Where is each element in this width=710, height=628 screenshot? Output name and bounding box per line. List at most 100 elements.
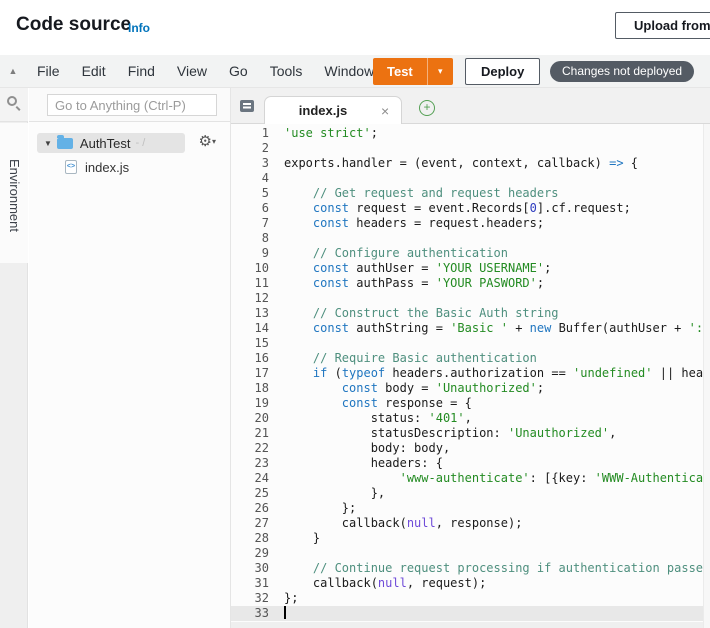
code-line[interactable]: 17 if (typeof headers.authorization == '…	[231, 366, 703, 381]
code-line[interactable]: 26 };	[231, 501, 703, 516]
code-lines[interactable]: 1 'use strict'; 2 3 exports.handler = (event…	[231, 124, 703, 622]
code-text: callback(null, response);	[284, 516, 523, 530]
code-line[interactable]: 30 // Continue request processing if aut…	[231, 561, 703, 576]
line-number[interactable]: 27	[231, 516, 269, 531]
tree-file-indexjs[interactable]: <> index.js	[65, 158, 129, 176]
line-number[interactable]: 22	[231, 441, 269, 456]
line-number[interactable]: 8	[231, 231, 269, 246]
line-number[interactable]: 19	[231, 396, 269, 411]
tab-bar: index.js × +	[231, 88, 710, 124]
code-line[interactable]: 13 // Construct the Basic Auth string	[231, 306, 703, 321]
menu-item-find[interactable]: Find	[117, 63, 166, 79]
code-text: }	[284, 531, 321, 545]
code-line[interactable]: 4	[231, 171, 703, 186]
code-text: 'use strict';	[284, 126, 378, 140]
deploy-button[interactable]: Deploy	[465, 58, 541, 85]
code-line[interactable]: 15	[231, 336, 703, 351]
code-line[interactable]: 8	[231, 231, 703, 246]
code-line[interactable]: 9 // Configure authentication	[231, 246, 703, 261]
line-number[interactable]: 14	[231, 321, 269, 336]
line-number[interactable]: 9	[231, 246, 269, 261]
code-line[interactable]: 2	[231, 141, 703, 156]
line-number[interactable]: 7	[231, 216, 269, 231]
test-button[interactable]: Test	[373, 58, 427, 85]
environment-tab[interactable]: Environment	[0, 123, 28, 263]
code-line[interactable]: 22 body: body,	[231, 441, 703, 456]
code-line[interactable]: 20 status: '401',	[231, 411, 703, 426]
code-line[interactable]: 32};	[231, 591, 703, 606]
line-number[interactable]: 17	[231, 366, 269, 381]
new-tab-icon[interactable]: +	[419, 100, 435, 116]
code-line[interactable]: 24 'www-authenticate': [{key: 'WWW-Authe…	[231, 471, 703, 486]
collapse-panel-icon[interactable]: ▲	[0, 66, 26, 76]
menu-item-file[interactable]: File	[26, 63, 71, 79]
line-number[interactable]: 31	[231, 576, 269, 591]
code-line[interactable]: 28 }	[231, 531, 703, 546]
code-line[interactable]: 12	[231, 291, 703, 306]
code-line[interactable]: 1 'use strict';	[231, 126, 703, 141]
line-number[interactable]: 1	[231, 126, 269, 141]
menu-item-tools[interactable]: Tools	[259, 63, 314, 79]
code-line[interactable]: 3 exports.handler = (event, context, call…	[231, 156, 703, 171]
line-number[interactable]: 12	[231, 291, 269, 306]
code-line[interactable]: 29	[231, 546, 703, 561]
line-number[interactable]: 15	[231, 336, 269, 351]
menu-items: File Edit Find View Go Tools Window	[26, 63, 385, 79]
menu-item-edit[interactable]: Edit	[71, 63, 117, 79]
code-line[interactable]: 31 callback(null, request);	[231, 576, 703, 591]
line-number[interactable]: 21	[231, 426, 269, 441]
line-number[interactable]: 2	[231, 141, 269, 156]
horizontal-scrollbar[interactable]	[231, 622, 703, 628]
code-line[interactable]: 19 const response = {	[231, 396, 703, 411]
code-line[interactable]: 11 const authPass = 'YOUR PASWORD';	[231, 276, 703, 291]
code-line[interactable]: 14 const authString = 'Basic ' + new Buf…	[231, 321, 703, 336]
tree-folder-authtest[interactable]: ▼ AuthTest - /	[37, 133, 185, 153]
line-number[interactable]: 24	[231, 471, 269, 486]
line-number[interactable]: 23	[231, 456, 269, 471]
tab-indexjs[interactable]: index.js ×	[264, 96, 402, 124]
code-line[interactable]: 21 statusDescription: 'Unauthorized',	[231, 426, 703, 441]
info-link[interactable]: Info	[128, 21, 150, 35]
menu-item-go[interactable]: Go	[218, 63, 259, 79]
line-number[interactable]: 28	[231, 531, 269, 546]
line-number[interactable]: 6	[231, 201, 269, 216]
code-line[interactable]: 16 // Require Basic authentication	[231, 351, 703, 366]
line-number[interactable]: 33	[231, 606, 269, 621]
tree-settings-button[interactable]: ⚙▾	[199, 132, 216, 151]
line-number[interactable]: 16	[231, 351, 269, 366]
tab-close-icon[interactable]: ×	[381, 103, 401, 119]
folder-expand-icon[interactable]: ▼	[44, 139, 52, 148]
line-number[interactable]: 26	[231, 501, 269, 516]
code-text: },	[284, 486, 386, 500]
code-line[interactable]: 23 headers: {	[231, 456, 703, 471]
vertical-scrollbar[interactable]	[703, 124, 710, 628]
menu-item-view[interactable]: View	[166, 63, 218, 79]
line-number[interactable]: 3	[231, 156, 269, 171]
line-number[interactable]: 11	[231, 276, 269, 291]
tab-list-icon[interactable]	[240, 100, 254, 112]
line-number[interactable]: 4	[231, 171, 269, 186]
upload-from-button[interactable]: Upload from	[615, 12, 710, 39]
line-number[interactable]: 32	[231, 591, 269, 606]
code-line[interactable]: 5 // Get request and request headers	[231, 186, 703, 201]
line-number[interactable]: 29	[231, 546, 269, 561]
line-number[interactable]: 5	[231, 186, 269, 201]
code-line[interactable]: 27 callback(null, response);	[231, 516, 703, 531]
code-text: };	[284, 591, 299, 605]
code-line[interactable]: 7 const headers = request.headers;	[231, 216, 703, 231]
line-number[interactable]: 20	[231, 411, 269, 426]
code-line[interactable]: 6 const request = event.Records[0].cf.re…	[231, 201, 703, 216]
code-line[interactable]: 33	[231, 606, 703, 621]
code-line[interactable]: 25 },	[231, 486, 703, 501]
line-number[interactable]: 18	[231, 381, 269, 396]
test-dropdown-icon[interactable]: ▾	[426, 58, 453, 85]
code-line[interactable]: 10 const authUser = 'YOUR USERNAME';	[231, 261, 703, 276]
code-line[interactable]: 18 const body = 'Unauthorized';	[231, 381, 703, 396]
environment-tab-label: Environment	[7, 159, 22, 232]
goto-anything-input[interactable]	[47, 94, 217, 116]
line-number[interactable]: 13	[231, 306, 269, 321]
line-number[interactable]: 25	[231, 486, 269, 501]
line-number[interactable]: 10	[231, 261, 269, 276]
line-number[interactable]: 30	[231, 561, 269, 576]
